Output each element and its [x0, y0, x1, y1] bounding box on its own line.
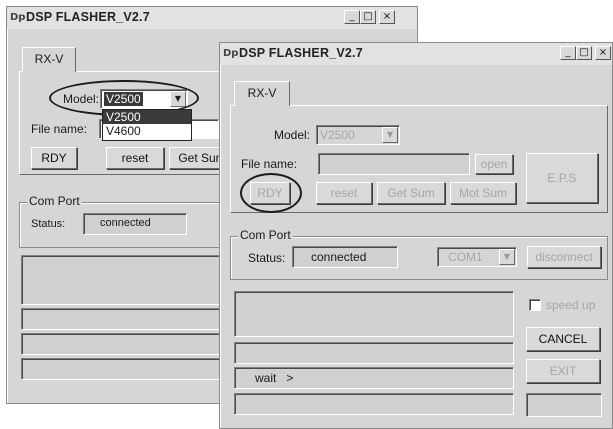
log-area: [234, 291, 514, 337]
tab-rx-v[interactable]: RX-V: [234, 81, 290, 106]
window-title: DSP FLASHER_V2.7: [26, 10, 150, 24]
progress-field: [526, 393, 602, 417]
reset-button[interactable]: reset: [316, 182, 372, 204]
chevron-down-icon[interactable]: ▼: [170, 91, 186, 107]
mot-sum-button[interactable]: Mot Sum: [450, 182, 516, 204]
maximize-button[interactable]: □: [360, 10, 376, 24]
model-select[interactable]: V2500 ▼: [100, 89, 188, 109]
cancel-button[interactable]: CANCEL: [526, 327, 600, 351]
com-port-group-title: Com Port: [27, 194, 82, 208]
tab-rx-v[interactable]: RX-V: [22, 47, 76, 72]
status-label: Status:: [31, 218, 66, 230]
reset-button[interactable]: reset: [106, 147, 164, 169]
chevron-down-icon[interactable]: ▼: [382, 127, 398, 143]
exit-button[interactable]: EXIT: [526, 359, 600, 383]
file-name-label: File name:: [31, 122, 88, 136]
disconnect-button[interactable]: disconnect: [527, 246, 601, 268]
back-window-titlebar[interactable]: Dp DSP FLASHER_V2.7 _ □ ×: [7, 7, 417, 29]
app-icon: Dp: [223, 48, 239, 59]
com-port-select[interactable]: COM1 ▼: [437, 247, 517, 267]
file-name-label: File name:: [241, 157, 298, 171]
minimize-button[interactable]: _: [560, 46, 576, 60]
model-select-value: V2500: [320, 128, 355, 142]
open-button[interactable]: open: [475, 154, 513, 174]
eps-button[interactable]: E.P.S: [526, 153, 598, 203]
com-port-group-title: Com Port: [238, 228, 293, 242]
log-line-text: wait >: [255, 371, 294, 385]
dropdown-option[interactable]: V4600: [103, 124, 191, 138]
window-title: DSP FLASHER_V2.7: [239, 46, 363, 60]
model-label: Model:: [63, 92, 100, 106]
log-line-2: wait >: [234, 367, 514, 389]
status-label: Status:: [248, 251, 286, 265]
maximize-button[interactable]: □: [576, 46, 592, 60]
model-select-value: V2500: [104, 92, 143, 106]
rdy-button[interactable]: RDY: [31, 147, 77, 169]
get-sum-button[interactable]: Get Sum: [377, 182, 445, 204]
log-line-1: [234, 342, 514, 364]
file-name-field[interactable]: [318, 153, 470, 175]
status-field: connected: [83, 213, 187, 235]
close-button[interactable]: ×: [379, 10, 395, 24]
dropdown-option[interactable]: V2500: [103, 110, 191, 124]
minimize-button[interactable]: _: [344, 10, 360, 24]
rdy-button[interactable]: RDY: [250, 182, 290, 204]
speed-up-checkbox[interactable]: [529, 299, 541, 311]
model-dropdown-list[interactable]: V2500 V4600: [102, 109, 192, 141]
model-label: Model:: [274, 128, 311, 142]
app-icon: Dp: [10, 12, 26, 23]
front-window: Dp DSP FLASHER_V2.7 _ □ × RX-V Model: V2…: [219, 42, 613, 429]
chevron-down-icon[interactable]: ▼: [499, 249, 515, 265]
com-port-value: COM1: [448, 250, 483, 264]
status-value: connected: [100, 217, 151, 229]
speed-up-label[interactable]: speed up: [546, 298, 595, 312]
status-value: connected: [311, 250, 367, 264]
close-button[interactable]: ×: [595, 46, 611, 60]
log-line-3: [234, 393, 514, 415]
status-field: connected: [292, 246, 398, 268]
model-select[interactable]: V2500 ▼: [316, 125, 400, 145]
front-window-titlebar[interactable]: Dp DSP FLASHER_V2.7 _ □ ×: [220, 43, 612, 65]
